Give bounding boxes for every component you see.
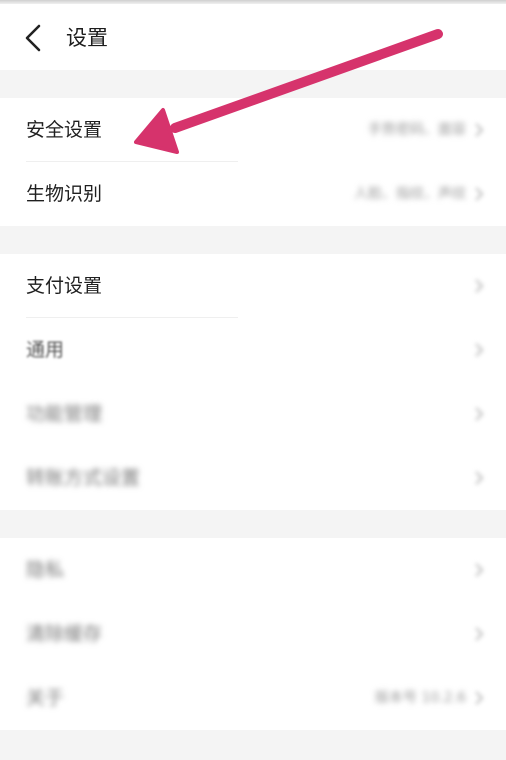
chevron-right-icon	[475, 343, 484, 357]
settings-item-general[interactable]: 通用	[0, 318, 506, 382]
settings-group-security: 安全设置 手势密码、面容 生物识别 人脸、指纹、声纹	[0, 98, 506, 226]
chevron-right-icon	[475, 691, 484, 705]
settings-item-transfer[interactable]: 转账方式设置	[0, 446, 506, 510]
back-button[interactable]	[22, 22, 46, 54]
settings-item-label: 清除缓存	[26, 623, 103, 645]
settings-item-value: 手势密码、面容	[368, 122, 466, 138]
page-title: 设置	[66, 26, 108, 50]
chevron-right-icon	[475, 123, 484, 137]
settings-item-label: 生物识别	[26, 183, 103, 205]
chevron-right-icon	[475, 627, 484, 641]
chevron-right-icon	[475, 563, 484, 577]
settings-item-label: 关于	[26, 687, 65, 709]
chevron-right-icon	[475, 187, 484, 201]
settings-item-label: 转账方式设置	[26, 467, 141, 489]
chevron-right-icon	[475, 471, 484, 485]
settings-item-features[interactable]: 功能管理	[0, 382, 506, 446]
chevron-right-icon	[475, 407, 484, 421]
settings-group-general: 支付设置 通用 功能管理 转账方式设置	[0, 254, 506, 510]
settings-item-value: 人脸、指纹、声纹	[354, 186, 466, 202]
settings-item-privacy[interactable]: 隐私	[0, 538, 506, 602]
app-header: 设置	[0, 4, 506, 70]
settings-item-biometrics[interactable]: 生物识别 人脸、指纹、声纹	[0, 162, 506, 226]
settings-item-about[interactable]: 关于 版本号 10.2.6	[0, 666, 506, 730]
settings-item-label: 功能管理	[26, 403, 103, 425]
settings-item-value: 版本号 10.2.6	[375, 690, 466, 706]
chevron-right-icon	[475, 279, 484, 293]
settings-group-other: 隐私 清除缓存 关于 版本号 10.2.6	[0, 538, 506, 730]
settings-item-label: 支付设置	[26, 275, 103, 297]
settings-item-payment[interactable]: 支付设置	[0, 254, 506, 318]
settings-item-cache[interactable]: 清除缓存	[0, 602, 506, 666]
settings-item-label: 通用	[26, 339, 65, 361]
settings-item-label: 安全设置	[26, 119, 103, 141]
chevron-left-icon	[25, 24, 41, 52]
settings-item-security[interactable]: 安全设置 手势密码、面容	[0, 98, 506, 162]
settings-item-label: 隐私	[26, 559, 65, 581]
